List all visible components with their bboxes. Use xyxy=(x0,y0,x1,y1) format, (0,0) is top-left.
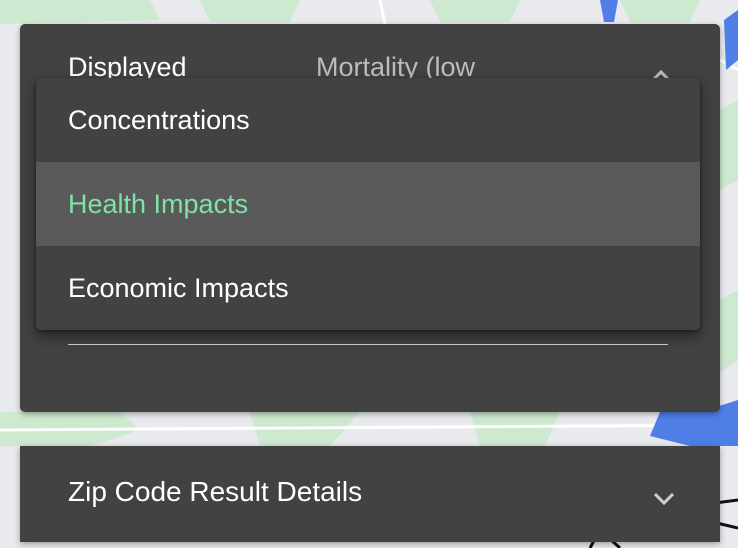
menu-item-label: Economic Impacts xyxy=(68,272,289,303)
zip-code-details-panel[interactable]: Zip Code Result Details xyxy=(20,446,720,542)
menu-item-label: Health Impacts xyxy=(68,188,249,219)
park-area xyxy=(720,290,738,372)
menu-item-label: Concentrations xyxy=(68,104,250,135)
park-area xyxy=(620,0,700,22)
park-area xyxy=(0,0,160,24)
chevron-down-icon[interactable] xyxy=(652,490,676,506)
zip-code-details-title: Zip Code Result Details xyxy=(68,476,363,507)
menu-item-economic-impacts[interactable]: Economic Impacts xyxy=(36,246,700,330)
park-area xyxy=(430,0,520,22)
park-area xyxy=(470,412,560,446)
menu-item-health-impacts[interactable]: Health Impacts xyxy=(36,162,700,246)
park-area xyxy=(200,0,300,22)
park-area xyxy=(720,100,738,190)
menu-item-concentrations[interactable]: Concentrations xyxy=(36,78,700,162)
water xyxy=(724,10,738,70)
impact-type-menu: Concentrations Health Impacts Economic I… xyxy=(36,78,700,330)
select-underline xyxy=(68,344,668,345)
